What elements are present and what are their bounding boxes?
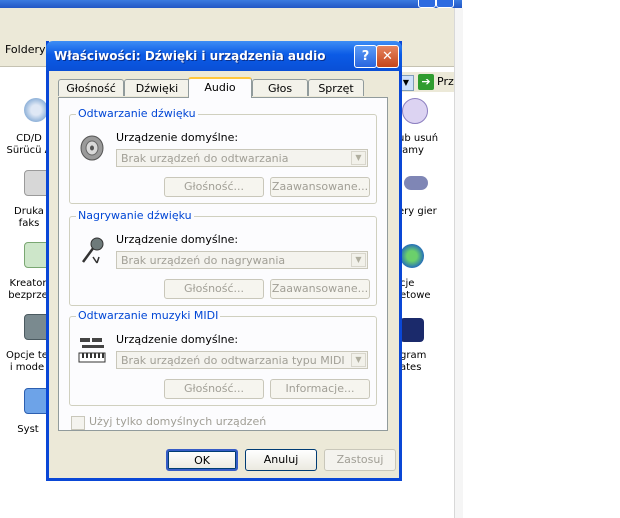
playback-group: Odtwarzanie dźwięku Urządzenie domyślne:…: [69, 107, 377, 204]
recording-volume-button[interactable]: Głośność...: [164, 279, 264, 299]
close-icon: ✕: [382, 49, 393, 64]
dialog-title-bar[interactable]: Właściwości: Dźwięki i urządzenia audio …: [46, 41, 402, 71]
playback-volume-button[interactable]: Głośność...: [164, 177, 264, 197]
cancel-button[interactable]: Anuluj: [245, 449, 317, 471]
audio-properties-dialog: Właściwości: Dźwięki i urządzenia audio …: [46, 41, 402, 481]
recording-advanced-button[interactable]: Zaawansowane...: [270, 279, 370, 299]
chevron-down-icon[interactable]: ▼: [351, 151, 366, 165]
midi-device-value: Brak urządzeń do odtwarzania typu MIDI: [121, 354, 345, 367]
go-arrow-icon[interactable]: ➔: [418, 74, 434, 90]
microphone-icon: [81, 237, 104, 264]
right-item-label-2[interactable]: ery gier: [398, 206, 446, 218]
tab-strip: Głośność Dźwięki Audio Głos Sprzęt: [58, 77, 388, 98]
chevron-down-icon[interactable]: ▼: [351, 253, 366, 267]
tab-sounds[interactable]: Dźwięki: [124, 79, 190, 96]
playback-device-label: Urządzenie domyślne:: [116, 131, 239, 144]
default-only-checkbox[interactable]: [71, 416, 85, 430]
help-icon: ?: [361, 49, 370, 64]
recording-group-title: Nagrywanie dźwięku: [76, 209, 194, 222]
playback-device-value: Brak urządzeń do odtwarzania: [121, 152, 289, 165]
address-bar: ▼ ➔ Prze: [398, 72, 462, 92]
close-button[interactable]: ✕: [376, 45, 399, 68]
midi-volume-button[interactable]: Głośność...: [164, 379, 264, 399]
audio-tab-panel: Odtwarzanie dźwięku Urządzenie domyślne:…: [58, 97, 388, 431]
dialog-title: Właściwości: Dźwięki i urządzenia audio: [54, 49, 326, 63]
add-remove-programs-icon[interactable]: [402, 98, 428, 124]
tab-volume[interactable]: Głośność: [58, 79, 124, 96]
recording-device-select[interactable]: Brak urządzeń do nagrywania ▼: [116, 251, 368, 269]
program-updates-icon[interactable]: [400, 318, 424, 342]
recording-device-label: Urządzenie domyślne:: [116, 233, 239, 246]
left-item-label-4[interactable]: Opcje te i mode: [4, 350, 50, 374]
left-item-label-3[interactable]: Kreator bezprze: [4, 278, 52, 302]
tab-voice[interactable]: Głos: [252, 79, 308, 96]
midi-group: Odtwarzanie muzyki MIDI Urządzenie domyś…: [69, 309, 377, 406]
background-maximize-button[interactable]: [418, 0, 436, 8]
folders-button[interactable]: Foldery: [5, 43, 46, 56]
tab-hardware[interactable]: Sprzęt: [308, 79, 364, 96]
midi-device-select[interactable]: Brak urządzeń do odtwarzania typu MIDI ▼: [116, 351, 368, 369]
midi-info-button[interactable]: Informacje...: [270, 379, 370, 399]
midi-keyboard-icon: [78, 338, 106, 363]
game-controller-icon[interactable]: [404, 176, 428, 190]
right-item-label-1[interactable]: ub usuń ramy: [398, 133, 446, 157]
help-button[interactable]: ?: [354, 45, 377, 68]
background-close-button[interactable]: [436, 0, 454, 8]
playback-device-select[interactable]: Brak urządzeń do odtwarzania ▼: [116, 149, 368, 167]
speaker-icon: [80, 135, 104, 161]
internet-globe-icon[interactable]: [400, 244, 424, 268]
playback-group-title: Odtwarzanie dźwięku: [76, 107, 198, 120]
left-item-label-5[interactable]: Syst: [8, 424, 48, 436]
default-only-label[interactable]: Użyj tylko domyślnych urządzeń: [89, 415, 266, 428]
cd-drive-icon[interactable]: [24, 98, 48, 122]
midi-device-label: Urządzenie domyślne:: [116, 333, 239, 346]
right-item-label-3[interactable]: cje etowe: [400, 278, 446, 302]
chevron-down-icon[interactable]: ▼: [351, 353, 366, 367]
recording-group: Nagrywanie dźwięku Urządzenie domyślne: …: [69, 209, 377, 306]
background-scroll-edge: [454, 8, 463, 518]
ok-button[interactable]: OK: [166, 449, 238, 471]
midi-group-title: Odtwarzanie muzyki MIDI: [76, 309, 221, 322]
playback-advanced-button[interactable]: Zaawansowane...: [270, 177, 370, 197]
apply-button[interactable]: Zastosuj: [324, 449, 396, 471]
right-item-label-4[interactable]: gram ates: [400, 350, 446, 374]
recording-device-value: Brak urządzeń do nagrywania: [121, 254, 286, 267]
tab-audio[interactable]: Audio: [188, 77, 252, 98]
background-title-bar: [0, 0, 462, 8]
